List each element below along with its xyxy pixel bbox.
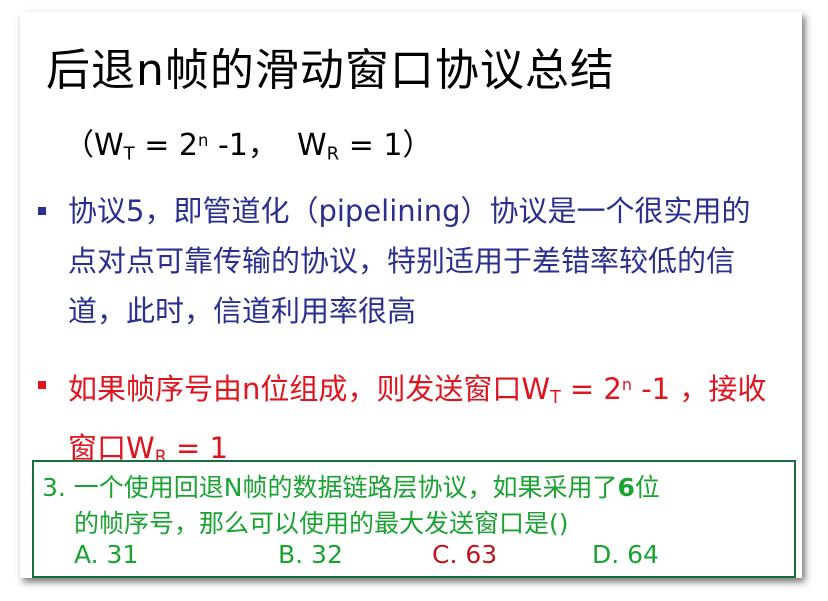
formula-wt-sub: T xyxy=(123,143,135,165)
slide: 后退n帧的滑动窗口协议总结 （WT = 2n -1， WR = 1） 协议5，即… xyxy=(20,12,802,578)
bullet-pipelining: 协议5，即管道化（pipelining）协议是一个很实用的点对点可靠传输的协议，… xyxy=(38,186,768,336)
question-line-1: 3. 一个使用回退N帧的数据链路层协议，如果采用了6位 xyxy=(42,468,660,504)
formula-wt-tail: -1， xyxy=(208,128,278,163)
formula-wr-eq: = 1 xyxy=(339,128,403,163)
question-line-2: 的帧序号，那么可以使用的最大发送窗口是() xyxy=(74,509,569,538)
bullet-window-text-pre: 如果帧序号由n位组成，则发送窗口W xyxy=(68,371,551,406)
formula-wt-eq: = 2 xyxy=(134,128,198,163)
bullet-square-icon xyxy=(38,381,46,389)
bullet-wt-eq: = 2 xyxy=(560,371,622,406)
question-line-1-pre: 3. 一个使用回退N帧的数据链路层协议，如果采用了 xyxy=(42,473,618,502)
formula-wr-letter: W xyxy=(296,128,327,163)
option-a[interactable]: A. 31 xyxy=(74,540,138,569)
bullet-wt-exp: n xyxy=(621,375,632,394)
option-d[interactable]: D. 64 xyxy=(592,540,659,569)
question-box: 3. 一个使用回退N帧的数据链路层协议，如果采用了6位 的帧序号，那么可以使用的… xyxy=(32,460,796,578)
bullet-square-icon xyxy=(38,207,46,215)
option-c-answer[interactable]: C. 63 xyxy=(432,540,497,569)
question-line-1-post: 位 xyxy=(634,473,660,502)
formula-close-paren: ） xyxy=(402,128,433,163)
option-b[interactable]: B. 32 xyxy=(278,540,343,569)
question-bits-number: 6 xyxy=(617,473,635,502)
window-formula: （WT = 2n -1， WR = 1） xyxy=(64,120,432,165)
bullet-wt-sub: T xyxy=(550,388,561,409)
formula-wt-letter: W xyxy=(94,128,124,163)
formula-wr-sub: R xyxy=(326,143,340,165)
formula-open-paren: （ xyxy=(64,128,94,163)
slide-title: 后退n帧的滑动窗口协议总结 xyxy=(46,45,615,96)
bullet-pipelining-text: 协议5，即管道化（pipelining）协议是一个很实用的点对点可靠传输的协议，… xyxy=(68,194,751,328)
formula-wt-exp: n xyxy=(197,130,209,150)
